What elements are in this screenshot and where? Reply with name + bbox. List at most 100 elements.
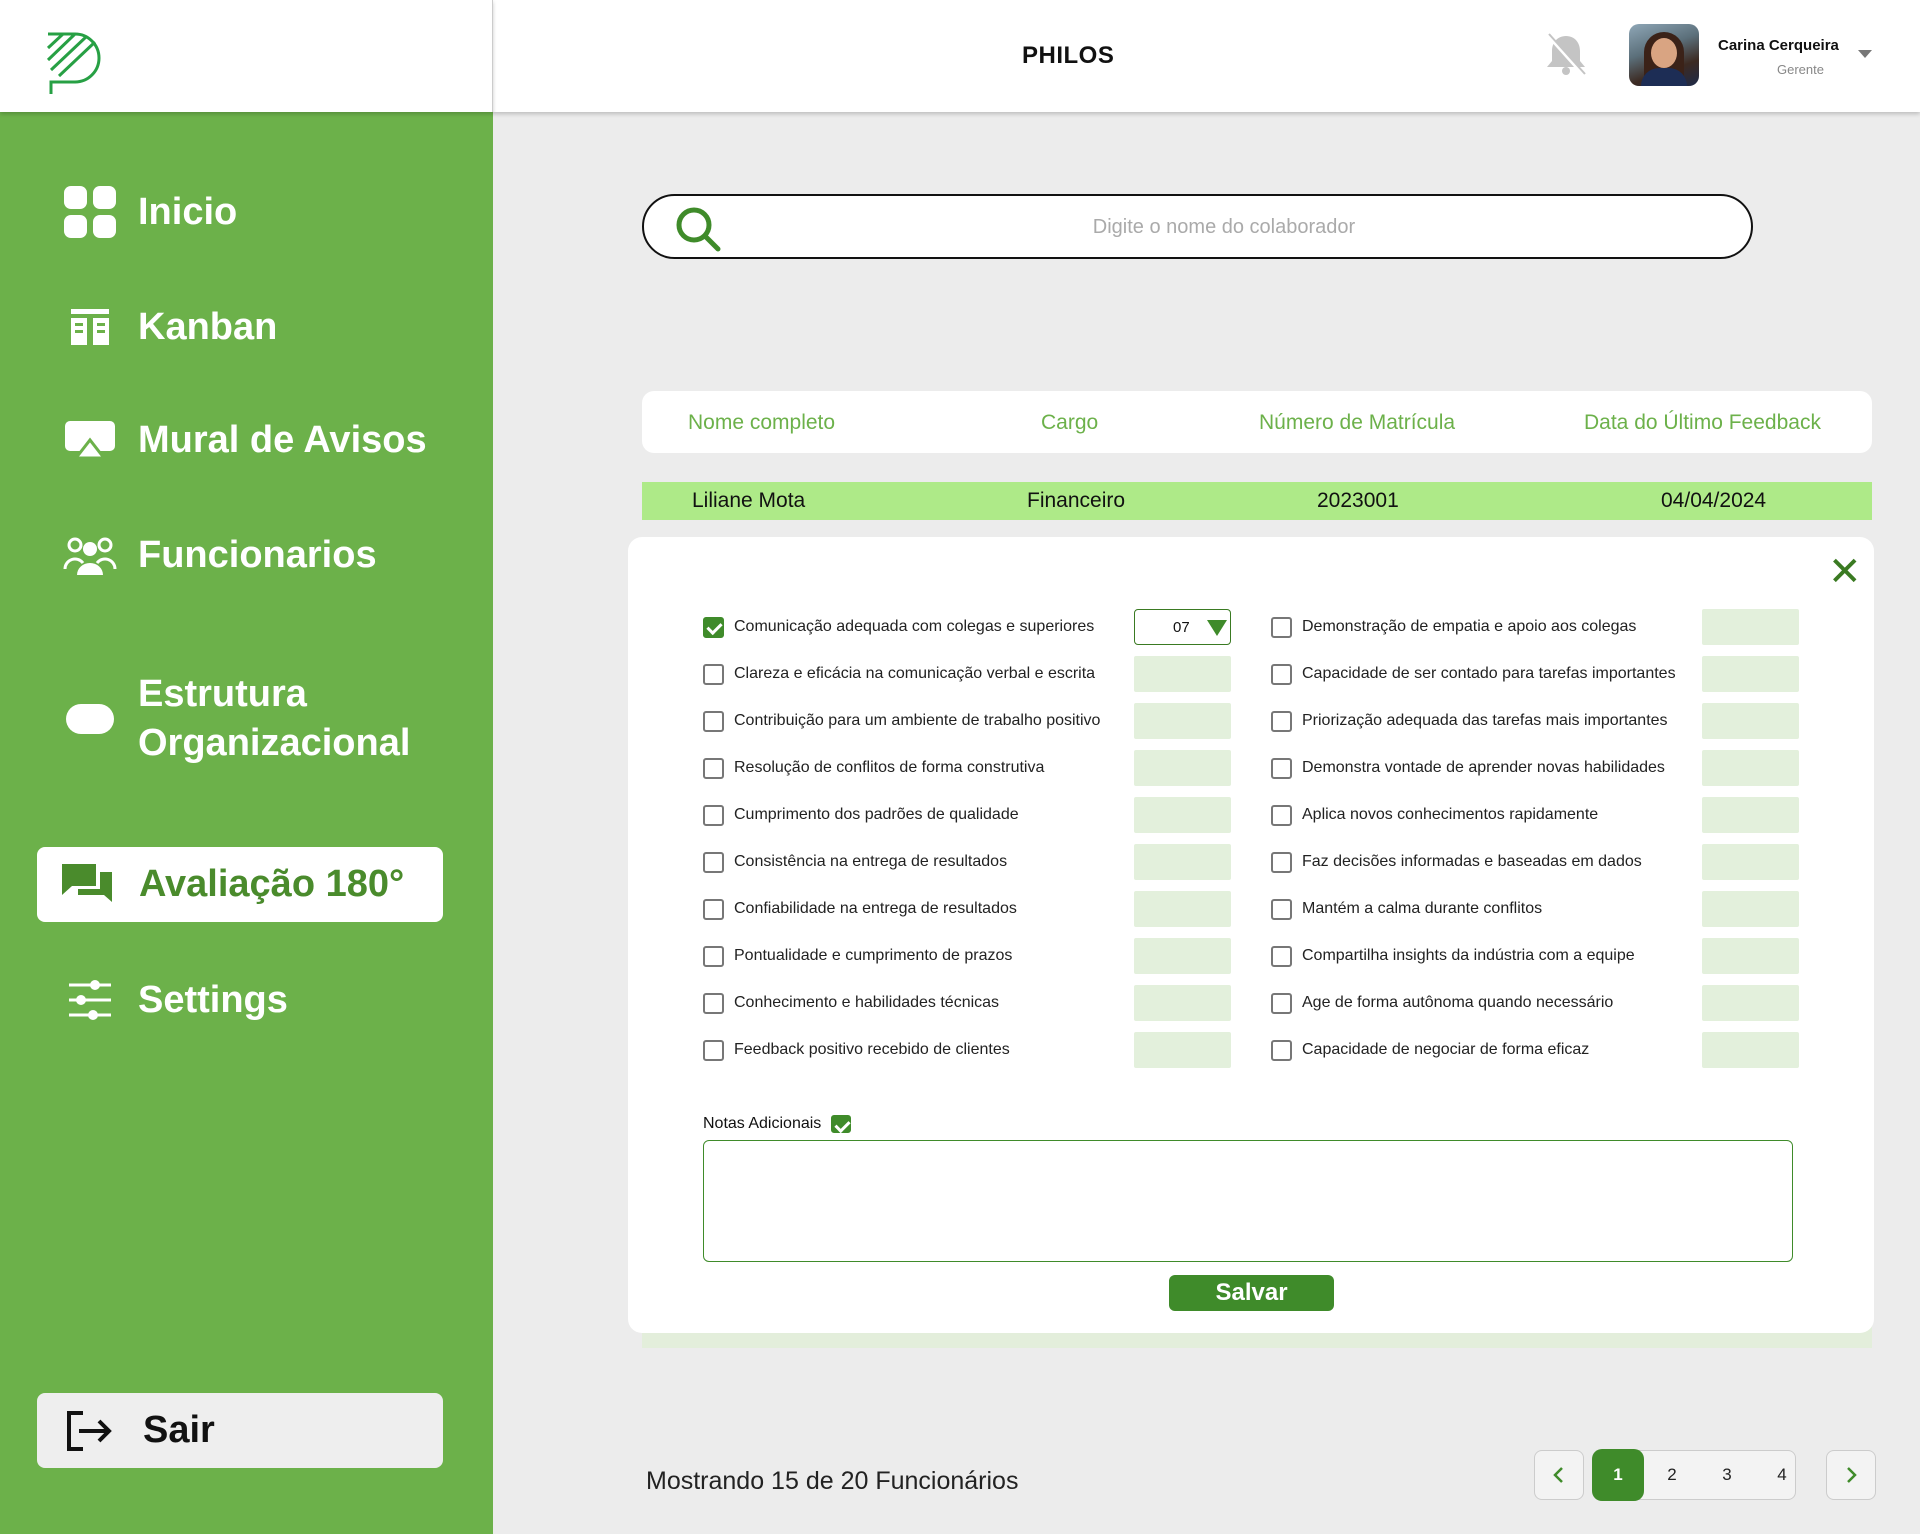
notes-textarea[interactable] xyxy=(703,1140,1793,1262)
criterion-checkbox[interactable] xyxy=(1271,1039,1292,1061)
score-field[interactable] xyxy=(1702,938,1799,974)
grid-icon xyxy=(60,182,120,242)
nav-item-mural[interactable]: Mural de Avisos xyxy=(60,410,427,470)
page-button-2[interactable]: 2 xyxy=(1647,1451,1697,1499)
score-field[interactable] xyxy=(1134,750,1231,786)
criterion-item: Priorização adequada das tarefas mais im… xyxy=(1271,703,1668,739)
criterion-checkbox[interactable] xyxy=(703,945,724,967)
chevron-down-icon[interactable] xyxy=(1858,50,1872,58)
criterion-item: Aplica novos conhecimentos rapidamente xyxy=(1271,797,1598,833)
criterion-item: Feedback positivo recebido de clientes xyxy=(703,1032,1010,1068)
criterion-checkbox[interactable] xyxy=(703,992,724,1014)
criterion-item: Comunicação adequada com colegas e super… xyxy=(703,609,1094,645)
notes-checkbox[interactable] xyxy=(831,1115,852,1133)
criterion-checkbox[interactable] xyxy=(703,1039,724,1061)
score-field[interactable] xyxy=(1134,1032,1231,1068)
search-icon xyxy=(676,207,721,252)
criterion-checkbox[interactable] xyxy=(1271,757,1292,779)
criterion-checkbox[interactable] xyxy=(703,710,724,732)
criterion-label: Compartilha insights da indústria com a … xyxy=(1302,947,1635,964)
criterion-item: Mantém a calma durante conflitos xyxy=(1271,891,1542,927)
criterion-checkbox[interactable] xyxy=(1271,804,1292,826)
criterion-item: Capacidade de ser contado para tarefas i… xyxy=(1271,656,1676,692)
criterion-checkbox[interactable] xyxy=(703,663,724,685)
criterion-checkbox[interactable] xyxy=(1271,851,1292,873)
announcement-icon xyxy=(60,410,120,470)
nav-label: Inicio xyxy=(138,190,238,233)
notification-bell-icon[interactable] xyxy=(1543,30,1589,78)
criterion-label: Demonstração de empatia e apoio aos cole… xyxy=(1302,618,1637,635)
criterion-checkbox[interactable] xyxy=(1271,663,1292,685)
criterion-label: Feedback positivo recebido de clientes xyxy=(734,1041,1010,1058)
evaluation-modal: ✕ Comunicação adequada com colegas e sup… xyxy=(628,537,1874,1333)
logout-icon xyxy=(63,1405,115,1457)
search-bar xyxy=(642,194,1753,259)
dropdown-arrow-icon xyxy=(1207,620,1227,636)
pagination: 1 2 3 4 xyxy=(1592,1449,1796,1501)
column-header-name: Nome completo xyxy=(688,411,836,434)
criterion-item: Conhecimento e habilidades técnicas xyxy=(703,985,999,1021)
chevron-left-icon xyxy=(1553,1467,1563,1483)
score-field[interactable] xyxy=(1702,985,1799,1021)
criterion-checkbox[interactable] xyxy=(1271,945,1292,967)
criterion-item: Clareza e eficácia na comunicação verbal… xyxy=(703,656,1095,692)
avatar[interactable] xyxy=(1629,24,1699,86)
criterion-label: Comunicação adequada com colegas e super… xyxy=(734,618,1095,635)
score-field[interactable] xyxy=(1702,891,1799,927)
criterion-checkbox[interactable] xyxy=(703,616,724,638)
criterion-checkbox[interactable] xyxy=(703,804,724,826)
criterion-label: Contribuição para um ambiente de trabalh… xyxy=(734,712,1101,729)
criterion-checkbox[interactable] xyxy=(1271,616,1292,638)
nav-label: Settings xyxy=(138,978,288,1021)
criterion-checkbox[interactable] xyxy=(1271,898,1292,920)
page-button-4[interactable]: 4 xyxy=(1757,1451,1807,1499)
column-header-feedback-date: Data do Último Feedback xyxy=(1584,411,1821,434)
score-field[interactable] xyxy=(1134,656,1231,692)
user-role: Gerente xyxy=(1777,62,1824,77)
score-field[interactable] xyxy=(1134,938,1231,974)
score-field[interactable] xyxy=(1702,797,1799,833)
nav-item-settings[interactable]: Settings xyxy=(60,970,288,1030)
score-field[interactable] xyxy=(1134,844,1231,880)
people-icon xyxy=(60,525,120,585)
prev-page-button[interactable] xyxy=(1534,1450,1584,1500)
score-select[interactable]: 07 xyxy=(1134,609,1231,645)
kanban-icon xyxy=(60,297,120,357)
criterion-checkbox[interactable] xyxy=(703,757,724,779)
page-button-1[interactable]: 1 xyxy=(1592,1449,1644,1501)
criterion-checkbox[interactable] xyxy=(703,898,724,920)
user-name: Carina Cerqueira xyxy=(1718,37,1839,54)
criterion-label: Priorização adequada das tarefas mais im… xyxy=(1302,712,1668,729)
score-field[interactable] xyxy=(1134,891,1231,927)
score-field[interactable] xyxy=(1702,750,1799,786)
nav-item-avaliacao[interactable]: Avaliação 180° xyxy=(37,847,443,922)
save-button[interactable]: Salvar xyxy=(1169,1275,1334,1311)
criterion-checkbox[interactable] xyxy=(1271,710,1292,732)
nav-item-kanban[interactable]: Kanban xyxy=(60,297,277,357)
criterion-checkbox[interactable] xyxy=(703,851,724,873)
score-field[interactable] xyxy=(1702,703,1799,739)
nav-item-estrutura[interactable]: Estrutura Organizacional xyxy=(60,670,410,768)
score-field[interactable] xyxy=(1702,844,1799,880)
table-row[interactable]: Liliane Mota Financeiro 2023001 04/04/20… xyxy=(642,482,1872,520)
score-field[interactable] xyxy=(1702,1032,1799,1068)
next-page-button[interactable] xyxy=(1826,1450,1876,1500)
chevron-right-icon xyxy=(1847,1467,1857,1483)
cell-feedback-date: 04/04/2024 xyxy=(1661,489,1767,512)
search-input[interactable] xyxy=(724,206,1724,248)
score-field[interactable] xyxy=(1134,703,1231,739)
philos-logo-icon xyxy=(46,32,101,94)
score-field[interactable] xyxy=(1702,656,1799,692)
page-button-3[interactable]: 3 xyxy=(1702,1451,1752,1499)
criterion-label: Pontualidade e cumprimento de prazos xyxy=(734,947,1013,964)
close-icon[interactable]: ✕ xyxy=(1828,552,1862,592)
nav-item-funcionarios[interactable]: Funcionarios xyxy=(60,525,377,585)
nav-item-inicio[interactable]: Inicio xyxy=(60,182,237,242)
criterion-checkbox[interactable] xyxy=(1271,992,1292,1014)
logout-button[interactable]: Sair xyxy=(37,1393,443,1468)
score-value: 07 xyxy=(1173,619,1190,636)
score-field[interactable] xyxy=(1134,797,1231,833)
score-field[interactable] xyxy=(1134,985,1231,1021)
score-field[interactable] xyxy=(1702,609,1799,645)
criterion-item: Cumprimento dos padrões de qualidade xyxy=(703,797,1019,833)
